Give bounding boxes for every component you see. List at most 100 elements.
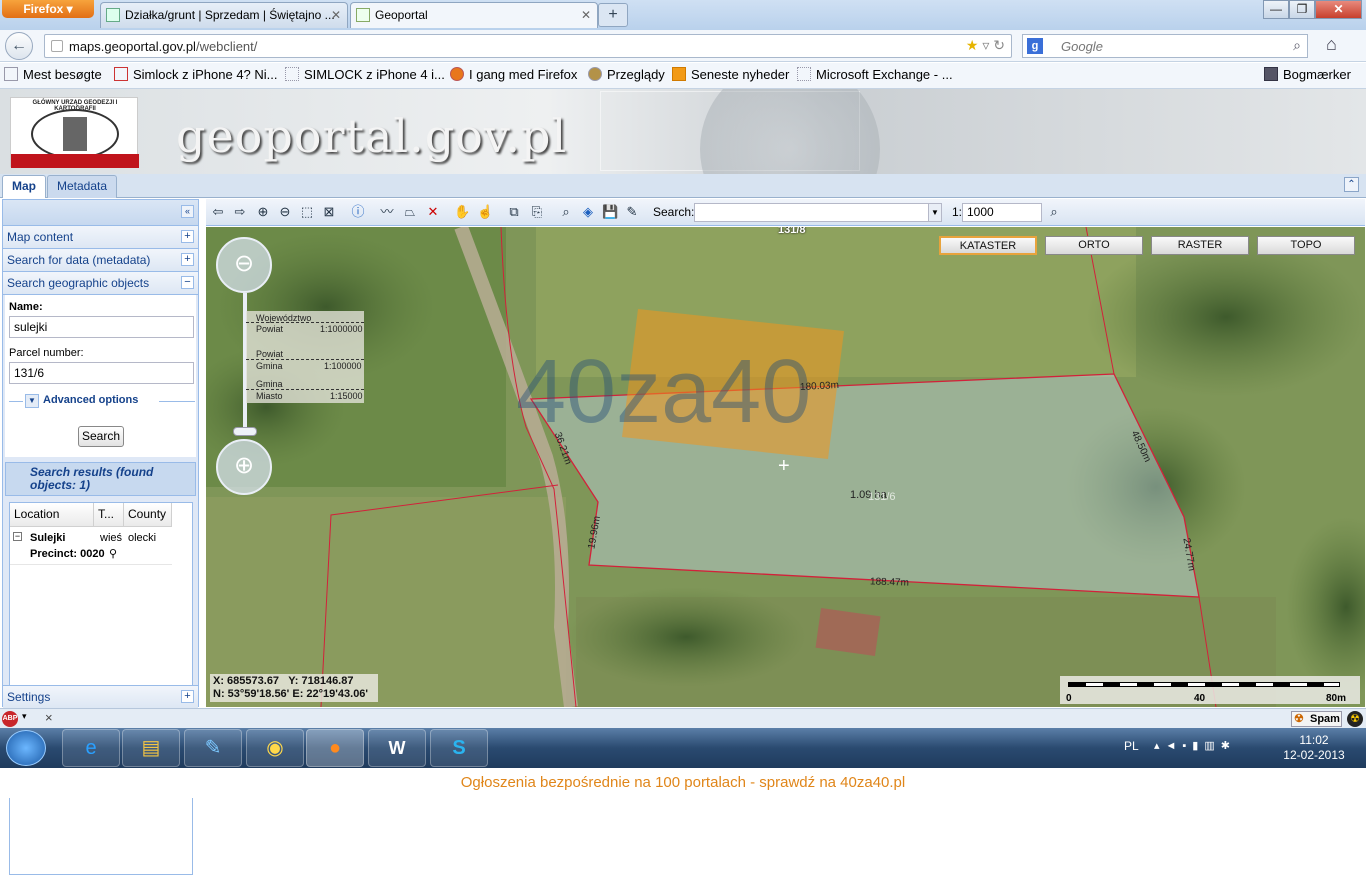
- gugik-logo[interactable]: GŁÓWNY URZĄD GEODEZJI I KARTOGRAFII: [10, 97, 139, 168]
- tab-geoportal[interactable]: Geoportal ✕: [350, 2, 598, 28]
- parcel-input[interactable]: 131/6: [9, 362, 194, 384]
- home-icon[interactable]: ⌂: [1326, 34, 1337, 55]
- search-map-icon[interactable]: ⌕: [558, 204, 574, 220]
- info-icon[interactable]: ⓘ: [350, 204, 366, 220]
- maximize-button[interactable]: ❐: [1289, 0, 1315, 19]
- name-input[interactable]: sulejki: [9, 316, 194, 338]
- file-explorer-icon[interactable]: ▤: [122, 729, 180, 767]
- adblock-icon[interactable]: ABP: [2, 711, 18, 727]
- zoom-out-control[interactable]: ⊖: [216, 237, 272, 293]
- bookmark-exchange[interactable]: Microsoft Exchange - ...: [797, 67, 953, 82]
- start-button[interactable]: [6, 730, 46, 766]
- edit-icon[interactable]: ✎: [624, 204, 640, 220]
- toolbar-search-input[interactable]: [694, 203, 942, 222]
- expand-icon[interactable]: +: [181, 230, 194, 243]
- close-window-button[interactable]: ✕: [1315, 0, 1362, 19]
- collapse-icon[interactable]: −: [181, 276, 194, 289]
- spam-button[interactable]: ☢ Spam: [1291, 711, 1342, 727]
- internet-explorer-icon[interactable]: e: [62, 729, 120, 767]
- site-identity-icon[interactable]: [51, 40, 63, 52]
- address-bar[interactable]: maps.geoportal.gov.pl/webclient/ ★ ▿ ↻: [44, 34, 1012, 58]
- reload-icon[interactable]: ↻: [993, 37, 1005, 53]
- forward-arrow-icon[interactable]: ⇨: [232, 204, 248, 220]
- advanced-options-label[interactable]: Advanced options: [43, 394, 138, 406]
- chevron-down-icon[interactable]: ▼: [928, 203, 942, 222]
- bookmark-przeglady[interactable]: Przeglądy: [588, 67, 665, 82]
- column-type[interactable]: T...: [94, 503, 124, 527]
- scale-input[interactable]: 1000: [962, 203, 1042, 222]
- measure-line-icon[interactable]: 〰: [379, 204, 395, 220]
- chevron-down-icon[interactable]: ▾: [22, 711, 27, 722]
- bookmark-nyheder[interactable]: Seneste nyheder: [672, 67, 789, 82]
- collapse-panel-icon[interactable]: «: [181, 205, 194, 218]
- zoom-to-scale-icon[interactable]: ⌕: [1046, 204, 1062, 220]
- back-arrow-icon[interactable]: ⇦: [210, 204, 226, 220]
- zoom-box-icon[interactable]: ⬚: [299, 204, 315, 220]
- google-icon[interactable]: g: [1027, 38, 1043, 54]
- zoom-out-icon[interactable]: ⊖: [277, 204, 293, 220]
- zoom-to-icon[interactable]: ⚲: [109, 547, 117, 560]
- search-icon[interactable]: ⌕: [1293, 37, 1301, 54]
- collapse-row-icon[interactable]: −: [13, 532, 22, 541]
- section-settings[interactable]: Settings +: [3, 685, 198, 708]
- chevron-down-icon[interactable]: ▼: [25, 394, 39, 408]
- bookmark-most-visited[interactable]: Mest besøgte: [4, 67, 102, 82]
- minimize-button[interactable]: —: [1263, 0, 1289, 19]
- layer-export-icon[interactable]: ⎘: [529, 204, 545, 220]
- tab-map[interactable]: Map: [2, 175, 46, 198]
- search-button[interactable]: Search: [78, 426, 124, 447]
- picasa-icon[interactable]: ◉: [246, 729, 304, 767]
- search-bar[interactable]: g Google ⌕: [1022, 34, 1308, 58]
- save-icon[interactable]: 💾: [602, 204, 618, 220]
- zoom-in-icon[interactable]: ⊕: [255, 204, 271, 220]
- language-indicator[interactable]: PL: [1124, 739, 1139, 753]
- layers-icon[interactable]: ◈: [580, 204, 596, 220]
- map-view[interactable]: 40za40 KATASTER ORTO RASTER TOPO ⊖ ⊕ Woj…: [206, 227, 1365, 707]
- table-row[interactable]: − Sulejki wieś olecki Precinct: 0020 ⚲: [10, 527, 172, 565]
- advanced-options-toggle[interactable]: ▼ Advanced options: [9, 394, 195, 408]
- new-tab-button[interactable]: +: [598, 3, 628, 27]
- dropdown-icon[interactable]: ▿: [982, 37, 989, 53]
- bookmark-simlock-2[interactable]: SIMLOCK z iPhone 4 i...: [285, 67, 445, 82]
- measure-area-icon[interactable]: ⏢: [402, 204, 418, 220]
- column-county[interactable]: County: [124, 503, 172, 527]
- add-layer-icon[interactable]: ⧉: [506, 204, 522, 220]
- expand-icon[interactable]: +: [181, 690, 194, 703]
- scale-level-name: Powiat: [256, 324, 284, 334]
- paint-icon[interactable]: ✎: [184, 729, 242, 767]
- tab-dzialka[interactable]: Działka/grunt | Sprzedam | Świętajno ...…: [100, 2, 348, 28]
- radiation-icon[interactable]: ☢: [1347, 711, 1363, 727]
- close-icon[interactable]: ✕: [581, 3, 591, 27]
- system-tray-icons[interactable]: ▴◄▪▮▥✱: [1154, 739, 1236, 752]
- section-map-content[interactable]: Map content +: [3, 226, 198, 249]
- layer-topo-button[interactable]: TOPO: [1257, 236, 1355, 255]
- column-location[interactable]: Location: [10, 503, 94, 527]
- bookmark-simlock-1[interactable]: Simlock z iPhone 4? Ni...: [114, 67, 278, 82]
- pan-hand-icon[interactable]: ✋: [454, 204, 470, 220]
- zoom-in-control[interactable]: ⊕: [216, 439, 272, 495]
- select-hand-icon[interactable]: ☝: [477, 204, 493, 220]
- bookmark-firefox[interactable]: I gang med Firefox: [450, 67, 577, 82]
- close-icon[interactable]: ✕: [331, 3, 341, 27]
- collapse-header-button[interactable]: ⌃: [1344, 177, 1359, 192]
- section-search-metadata[interactable]: Search for data (metadata) +: [3, 249, 198, 272]
- firefox-taskbar-icon[interactable]: ●: [306, 729, 364, 767]
- firefox-menu-button[interactable]: Firefox ▾: [2, 0, 94, 18]
- layer-orto-button[interactable]: ORTO: [1045, 236, 1143, 255]
- tab-metadata[interactable]: Metadata: [47, 175, 118, 198]
- layer-raster-button[interactable]: RASTER: [1151, 236, 1249, 255]
- advertisement-footer[interactable]: Ogłoszenia bezpośrednie na 100 portalach…: [0, 768, 1366, 798]
- full-extent-icon[interactable]: ⊠: [321, 204, 337, 220]
- layer-kataster-button[interactable]: KATASTER: [939, 236, 1037, 255]
- word-icon[interactable]: W: [368, 729, 426, 767]
- close-icon[interactable]: ×: [45, 710, 53, 725]
- bookmarks-menu[interactable]: Bogmærker: [1264, 67, 1351, 82]
- section-search-objects[interactable]: Search geographic objects −: [3, 272, 198, 295]
- clear-measure-icon[interactable]: ✕: [425, 204, 441, 220]
- back-button[interactable]: ←: [5, 32, 33, 60]
- zoom-slider-handle[interactable]: [233, 427, 257, 436]
- clock[interactable]: 11:02 12-02-2013: [1272, 733, 1356, 763]
- star-icon[interactable]: ★: [966, 37, 979, 53]
- skype-icon[interactable]: S: [430, 729, 488, 767]
- expand-icon[interactable]: +: [181, 253, 194, 266]
